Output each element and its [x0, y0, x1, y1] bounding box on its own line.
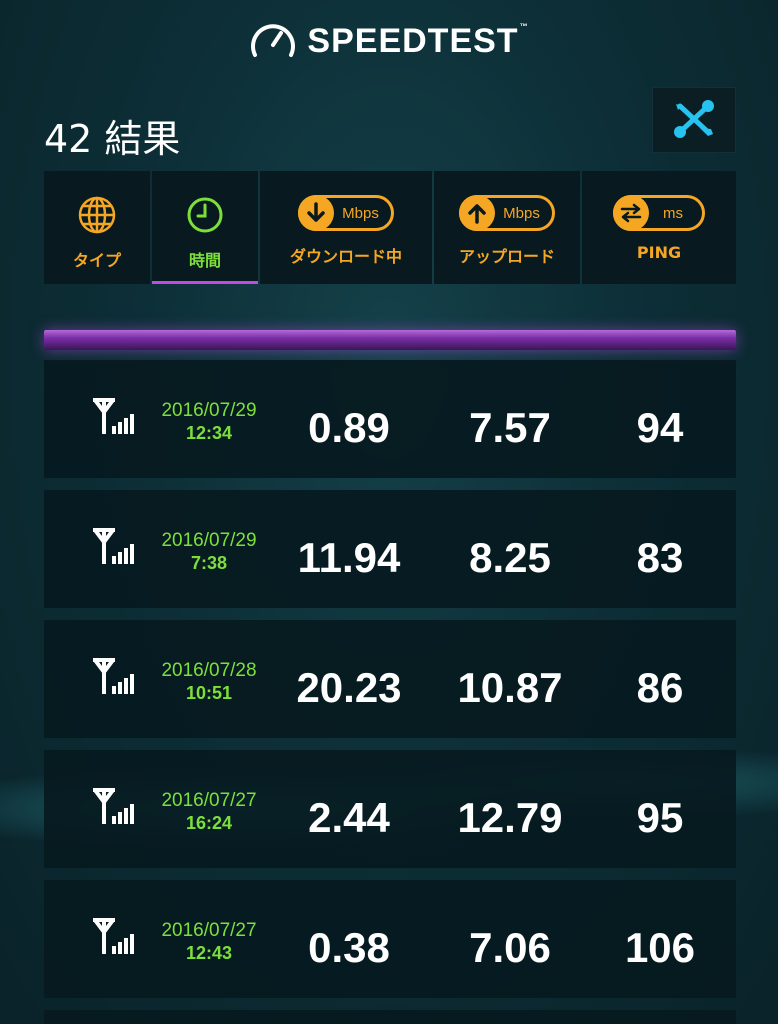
download-arrow-icon: [307, 202, 325, 222]
download-value: 11.94: [297, 534, 401, 581]
result-date: 2016/07/28: [161, 660, 257, 681]
tab-time-label: 時間: [188, 251, 221, 270]
speedometer-logo-icon: [251, 24, 296, 57]
tab-type[interactable]: タイプ: [44, 171, 150, 284]
result-time: 16:24: [185, 813, 233, 833]
ping-arrows-icon: [620, 203, 642, 223]
cellular-signal-icon: [93, 788, 134, 824]
ping-value: 94: [636, 404, 684, 451]
download-unit-pill: Mbps: [298, 195, 394, 231]
result-time: 10:51: [185, 683, 233, 703]
cellular-signal-icon: [93, 398, 134, 434]
tab-upload[interactable]: Mbps アップロード: [434, 171, 580, 284]
result-time: 7:38: [190, 553, 228, 573]
ping-value: 86: [636, 664, 684, 711]
ping-value: 95: [636, 794, 684, 841]
tab-download-label: ダウンロード中: [289, 247, 402, 266]
app-logo-text: SPEEDTEST™: [307, 21, 529, 60]
result-date: 2016/07/29: [161, 530, 257, 551]
upload-value: 7.06: [469, 924, 551, 971]
tab-upload-label: アップロード: [458, 247, 555, 266]
trademark-symbol: ™: [519, 21, 529, 31]
app-header: SPEEDTEST™: [0, 18, 778, 64]
result-datetime: 2016/07/29 12:34: [149, 400, 269, 444]
upload-unit: Mbps: [503, 204, 540, 222]
download-value: 2.44: [308, 794, 390, 841]
sort-tabs: タイプ 時間 Mbps ダウンロード中 Mbps アップロード ms PING: [44, 171, 736, 284]
download-value: 20.23: [296, 664, 402, 711]
upload-value: 12.79: [457, 794, 563, 841]
settings-button[interactable]: [652, 87, 736, 153]
ping-unit-pill: ms: [613, 195, 705, 231]
clock-icon: [187, 197, 223, 233]
list-header-bar: [44, 330, 736, 350]
result-datetime: 2016/07/27 12:43: [149, 920, 269, 964]
download-value: 0.38: [308, 924, 390, 971]
tab-ping-label: PING: [636, 243, 682, 262]
tools-icon: [674, 100, 714, 138]
tab-download[interactable]: Mbps ダウンロード中: [260, 171, 432, 284]
result-row[interactable]: 2016/07/27 16:24 2.44 12.79 95: [44, 750, 736, 868]
upload-value: 10.87: [457, 664, 563, 711]
result-datetime: 2016/07/29 7:38: [149, 530, 269, 574]
cellular-signal-icon: [93, 918, 134, 954]
ping-value: 106: [624, 924, 696, 971]
globe-icon: [78, 196, 116, 234]
result-time: 12:34: [185, 423, 233, 443]
result-row-partial[interactable]: [44, 1010, 736, 1024]
ping-value: 83: [636, 534, 684, 581]
cellular-signal-icon: [93, 528, 134, 564]
results-count-title: 42 結果: [44, 117, 181, 161]
upload-arrow-icon: [468, 204, 486, 224]
download-unit: Mbps: [342, 204, 379, 222]
result-row[interactable]: 2016/07/28 10:51 20.23 10.87 86: [44, 620, 736, 738]
download-value: 0.89: [308, 404, 390, 451]
upload-value: 7.57: [469, 404, 551, 451]
result-time: 12:43: [185, 943, 233, 963]
tab-ping[interactable]: ms PING: [582, 171, 736, 284]
ping-unit: ms: [663, 204, 683, 222]
result-date: 2016/07/27: [161, 790, 257, 811]
cellular-signal-icon: [93, 658, 134, 694]
upload-value: 8.25: [469, 534, 551, 581]
result-datetime: 2016/07/28 10:51: [149, 660, 269, 704]
result-date: 2016/07/27: [161, 920, 257, 941]
result-row[interactable]: 2016/07/29 7:38 11.94 8.25 83: [44, 490, 736, 608]
result-datetime: 2016/07/27 16:24: [149, 790, 269, 834]
tab-type-label: タイプ: [72, 251, 121, 270]
result-date: 2016/07/29: [161, 400, 257, 421]
result-row[interactable]: 2016/07/27 12:43 0.38 7.06 106: [44, 880, 736, 998]
upload-unit-pill: Mbps: [459, 195, 555, 231]
tab-time[interactable]: 時間: [152, 171, 258, 284]
result-row[interactable]: 2016/07/29 12:34 0.89 7.57 94: [44, 360, 736, 478]
